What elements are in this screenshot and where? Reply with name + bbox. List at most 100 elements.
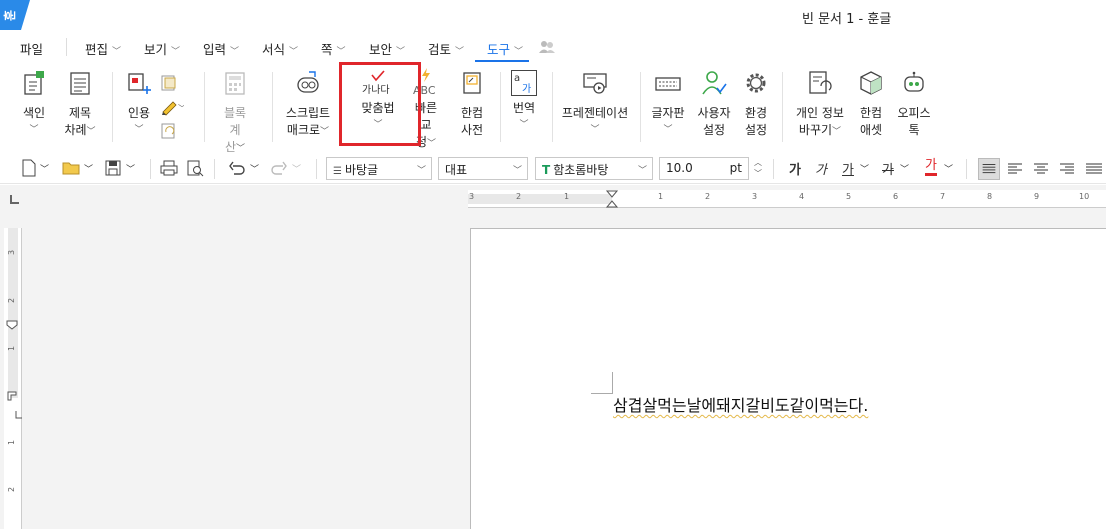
privacy-icon [809,71,832,94]
cite-icon [128,73,151,94]
chevron-down-icon[interactable]: ﹀ [84,162,93,175]
italic-button[interactable]: 가 [815,159,827,178]
print-icon[interactable] [160,159,178,177]
toc-button[interactable]: 제목 차례﹀ [64,70,96,141]
ruler-number: 2 [7,297,17,304]
char-map-button[interactable]: 글자판 ﹀ [650,70,686,139]
ruler-number: 5 [846,192,852,201]
active-tab-indicator [475,60,529,62]
block-calc-button[interactable]: 블록 계산﹀ [220,70,250,158]
env-settings-button[interactable]: 환경 설정 [742,70,770,139]
document-page[interactable] [470,228,1106,529]
new-document-icon[interactable] [20,159,38,177]
endnote-icon[interactable] [160,122,178,140]
index-icon [24,71,44,95]
footnote-icon[interactable] [160,74,178,92]
menu-security[interactable]: 보안 ﹀ [369,39,405,58]
align-justify-icon[interactable] [978,158,1000,180]
dictionary-icon [463,72,481,94]
index-button[interactable]: 색인 ﹀ [20,70,48,139]
ruler-number: 1 [7,345,17,352]
ruler-number: 9 [1034,192,1040,201]
hancom-asset-button[interactable]: 한컴 애셋 [856,70,886,139]
font-size-input[interactable]: 10.0 pt [659,157,749,180]
app-logo[interactable]: 훈 [0,0,30,30]
hancom-dict-button[interactable]: 한컴 사전 [458,70,486,139]
ruler-number: 3 [469,192,475,201]
keyboard-icon [655,77,681,91]
print-preview-icon[interactable] [186,159,204,177]
chevron-down-icon[interactable]: ﹀ [126,162,135,175]
chevron-down-icon[interactable]: ﹀ [860,162,869,175]
chevron-down-icon[interactable]: ﹀ [944,162,953,175]
menu-tools[interactable]: 도구 ﹀ [487,39,523,58]
gear-icon [746,73,766,93]
chevron-down-icon[interactable]: ﹀ [292,162,301,175]
ruler-number: 3 [7,249,17,256]
align-right-icon[interactable] [1056,158,1078,180]
chevron-down-icon[interactable]: ﹀ [40,162,49,175]
highlight-box [339,62,421,146]
privacy-button[interactable]: 개인 정보 바꾸기﹀ [792,70,848,141]
svg-text:﹀: ﹀ [178,104,184,113]
redo-icon[interactable] [270,159,288,177]
margin-guide [591,393,613,394]
vertical-ruler[interactable]: 3 2 1 1 2 [4,228,22,529]
language-select[interactable]: 대표 ﹀ [438,157,528,180]
memo-icon[interactable]: ﹀ [160,98,184,116]
ruler-number: 6 [893,192,899,201]
collaboration-icon[interactable] [538,40,556,54]
toolbar-separator [773,159,774,179]
font-size-stepper[interactable]: ︿ ﹀ [751,157,765,180]
strikethrough-button[interactable]: 가 [882,159,894,178]
ruler-number: 2 [7,486,17,493]
menu-review[interactable]: 검토 ﹀ [428,39,464,58]
menu-insert[interactable]: 입력 ﹀ [203,39,239,58]
indent-marker-icon[interactable] [606,190,618,208]
ribbon-separator [204,72,205,142]
menu-page[interactable]: 쪽 ﹀ [321,39,346,58]
ribbon-separator [640,72,641,142]
cite-button[interactable]: 인용 ﹀ [124,70,154,139]
align-left-icon[interactable] [1004,158,1026,180]
user-settings-button[interactable]: 사용자 설정 [694,70,734,139]
office-talk-button[interactable]: 오피스 톡 [894,70,934,139]
ruler-number: 1 [658,192,664,201]
font-color-button[interactable]: 가 [925,159,937,176]
margin-marker-icon[interactable] [6,390,18,402]
undo-icon[interactable] [228,159,246,177]
document-text[interactable]: 삼겹살먹는날에돼지갈비도같이먹는다. [613,392,868,416]
horizontal-ruler[interactable]: 3 2 1 1 2 3 4 5 6 7 8 9 10 [468,190,1106,208]
formatting-toolbar: ﹀ ﹀ ﹀ ﹀ ﹀ ☰ 바탕글 ﹀ 대표 ﹀ T 함초롬바탕 ﹀ 10.0 pt ︿ ﹀ 가 … [0,152,1106,184]
style-select[interactable]: ☰ 바탕글 ﹀ [326,157,432,180]
menu-separator [66,38,67,56]
menu-file[interactable]: 파일 [20,39,43,58]
top-margin-marker-icon[interactable] [6,320,18,330]
menu-edit[interactable]: 편집 ﹀ [85,39,121,58]
script-macro-button[interactable]: 스크립트 매크로﹀ [284,70,332,141]
save-icon[interactable] [104,159,122,177]
presentation-button[interactable]: 프레젠테이션 ﹀ [560,70,630,139]
ribbon-separator [552,72,553,142]
ruler-number: 7 [940,192,946,201]
user-icon [702,71,727,95]
ruler-number: 10 [1079,192,1090,201]
toolbar-separator [214,159,215,179]
ruler-corner-icon[interactable] [10,195,19,204]
font-select[interactable]: T 함초롬바탕 ﹀ [535,157,653,180]
open-folder-icon[interactable] [62,159,80,177]
align-center-icon[interactable] [1030,158,1052,180]
margin-marker-icon[interactable] [14,410,24,420]
underline-button[interactable]: 가 [842,159,854,178]
chevron-down-icon[interactable]: ﹀ [250,162,259,175]
presentation-icon [583,73,607,94]
translate-button[interactable]: a 가 번역 ﹀ [510,70,538,134]
toc-icon [70,72,90,95]
chevron-down-icon[interactable]: ﹀ [900,162,909,175]
align-distribute-icon[interactable] [1082,158,1104,180]
asset-box-icon [860,71,882,95]
menu-format[interactable]: 서식 ﹀ [262,39,298,58]
bold-button[interactable]: 가 [789,159,801,178]
margin-guide [612,372,613,394]
menu-view[interactable]: 보기 ﹀ [144,39,180,58]
